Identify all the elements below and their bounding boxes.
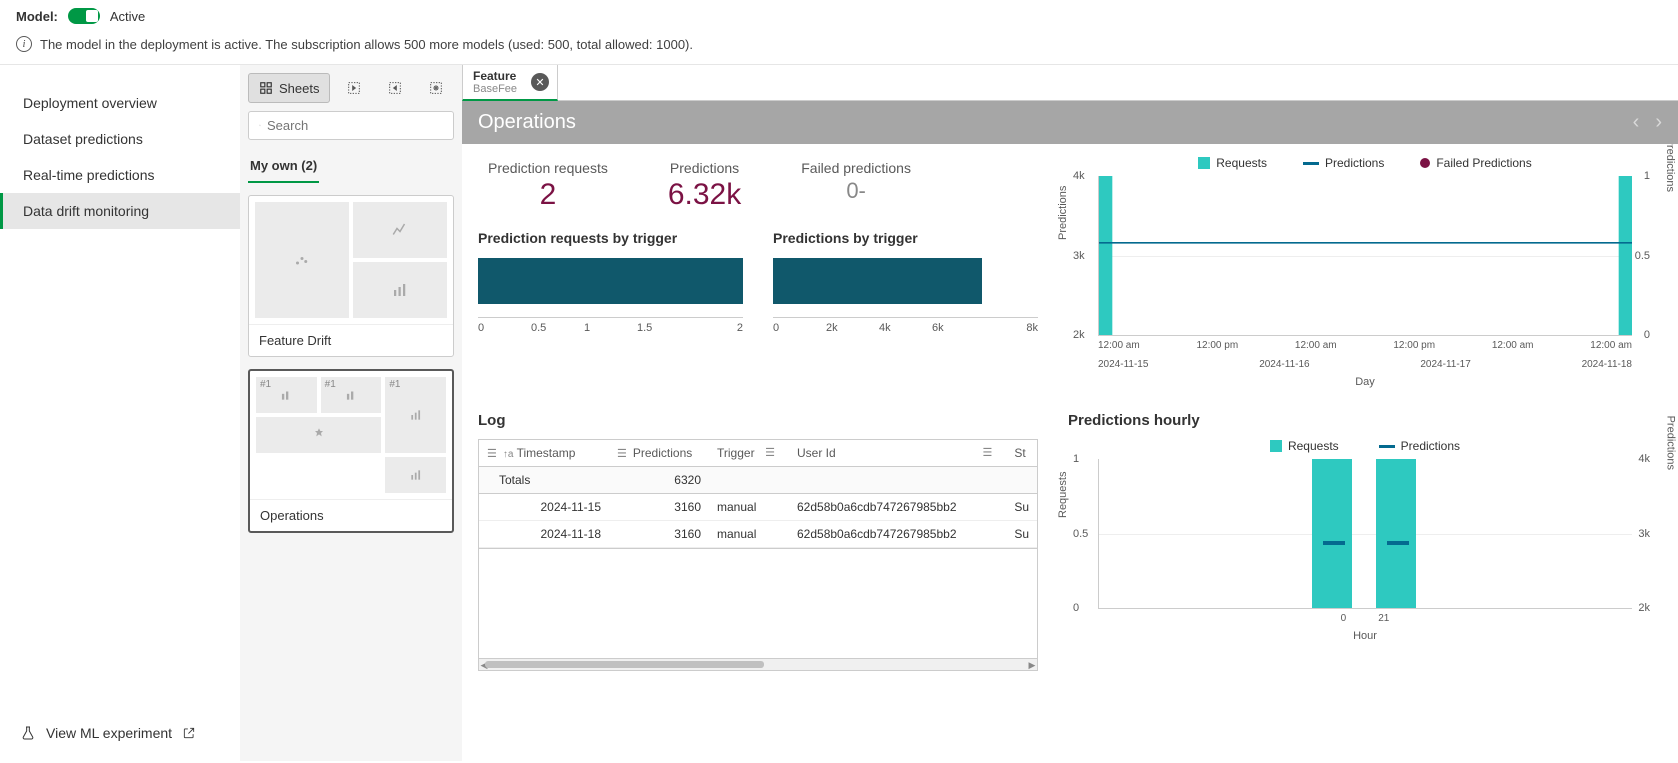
selection-back-button[interactable] bbox=[336, 73, 371, 103]
thumb-bar-icon bbox=[353, 262, 447, 318]
kpi-f-value: 0- bbox=[801, 178, 911, 204]
model-active-toggle[interactable] bbox=[68, 8, 100, 24]
grid-icon bbox=[259, 81, 273, 95]
log-table[interactable]: ☰↑a Timestamp ☰Predictions Trigger ☰ Use… bbox=[478, 439, 1038, 549]
next-sheet-button[interactable]: › bbox=[1655, 111, 1662, 134]
page-title: Operations bbox=[478, 111, 576, 134]
log-title: Log bbox=[478, 412, 1038, 429]
flask-icon bbox=[20, 725, 36, 741]
sheet-card-feature-drift[interactable]: Feature Drift bbox=[248, 195, 454, 357]
kpi-f-label: Failed predictions bbox=[801, 160, 911, 176]
swatch-predictions bbox=[1303, 162, 1319, 165]
menu-icon[interactable]: ☰ bbox=[982, 446, 992, 459]
chart-prediction-requests-by-trigger[interactable]: Prediction requests by trigger 0 0.5 1 1… bbox=[478, 230, 743, 334]
selection-back-icon bbox=[346, 80, 362, 96]
clear-selection-button[interactable] bbox=[419, 73, 454, 103]
menu-icon[interactable]: ☰ bbox=[765, 446, 775, 459]
sheet-search-input[interactable] bbox=[248, 111, 454, 140]
chart-timeseries[interactable]: Requests Predictions Failed Predictions … bbox=[1068, 156, 1662, 388]
feature-filter-tab[interactable]: Feature BaseFee ✕ bbox=[462, 65, 558, 101]
nav-data-drift-monitoring[interactable]: Data drift monitoring bbox=[0, 193, 240, 229]
nav-dataset-predictions[interactable]: Dataset predictions bbox=[0, 121, 240, 157]
search-icon bbox=[259, 119, 261, 132]
kpi-pr-label: Prediction requests bbox=[488, 160, 608, 176]
kpi-p-label: Predictions bbox=[668, 160, 741, 176]
table-row[interactable]: 2024-11-153160manual62d58b0a6cdb74726798… bbox=[479, 494, 1037, 521]
table-row-totals: Totals6320 bbox=[479, 467, 1037, 494]
clear-selection-icon bbox=[428, 80, 444, 96]
table-row[interactable]: 2024-11-183160manual62d58b0a6cdb74726798… bbox=[479, 521, 1037, 548]
myown-tab[interactable]: My own (2) bbox=[248, 150, 319, 183]
model-info-text: The model in the deployment is active. T… bbox=[40, 37, 693, 52]
kpi-pr-value: 2 bbox=[488, 178, 608, 212]
model-label: Model: bbox=[16, 9, 58, 24]
sheet-card-label: Operations bbox=[250, 499, 452, 531]
chart-predictions-hourly[interactable]: Predictions hourly Requests Predictions … bbox=[1068, 412, 1662, 671]
thumb-scatter-icon bbox=[255, 202, 349, 318]
prev-sheet-button[interactable]: ‹ bbox=[1633, 111, 1640, 134]
sheet-card-operations[interactable]: #1 #1 #1 Operations bbox=[248, 369, 454, 533]
selection-forward-button[interactable] bbox=[378, 73, 413, 103]
external-link-icon bbox=[182, 726, 196, 740]
model-status: Active bbox=[110, 9, 145, 24]
horizontal-scrollbar[interactable]: ◀ ▶ bbox=[478, 659, 1038, 671]
scroll-right-icon[interactable]: ▶ bbox=[1027, 660, 1037, 671]
selection-forward-icon bbox=[387, 80, 403, 96]
thumb-line-icon bbox=[353, 202, 447, 258]
menu-icon[interactable]: ☰ bbox=[617, 447, 627, 460]
kpi-p-value: 6.32k bbox=[668, 178, 741, 212]
sheets-button[interactable]: Sheets bbox=[248, 73, 330, 103]
swatch-failed bbox=[1420, 158, 1430, 168]
info-icon: i bbox=[16, 36, 32, 52]
scrollbar-thumb[interactable] bbox=[485, 661, 764, 668]
sheet-card-label: Feature Drift bbox=[249, 324, 453, 356]
nav-realtime-predictions[interactable]: Real-time predictions bbox=[0, 157, 240, 193]
view-ml-experiment-label: View ML experiment bbox=[46, 725, 172, 741]
nav-deployment-overview[interactable]: Deployment overview bbox=[0, 85, 240, 121]
chart-predictions-by-trigger[interactable]: Predictions by trigger 0 2k 4k 6k 8k bbox=[773, 230, 1038, 334]
menu-icon[interactable]: ☰ bbox=[487, 447, 497, 460]
swatch-requests bbox=[1198, 157, 1210, 169]
close-icon[interactable]: ✕ bbox=[531, 73, 549, 91]
view-ml-experiment-link[interactable]: View ML experiment bbox=[20, 725, 196, 741]
